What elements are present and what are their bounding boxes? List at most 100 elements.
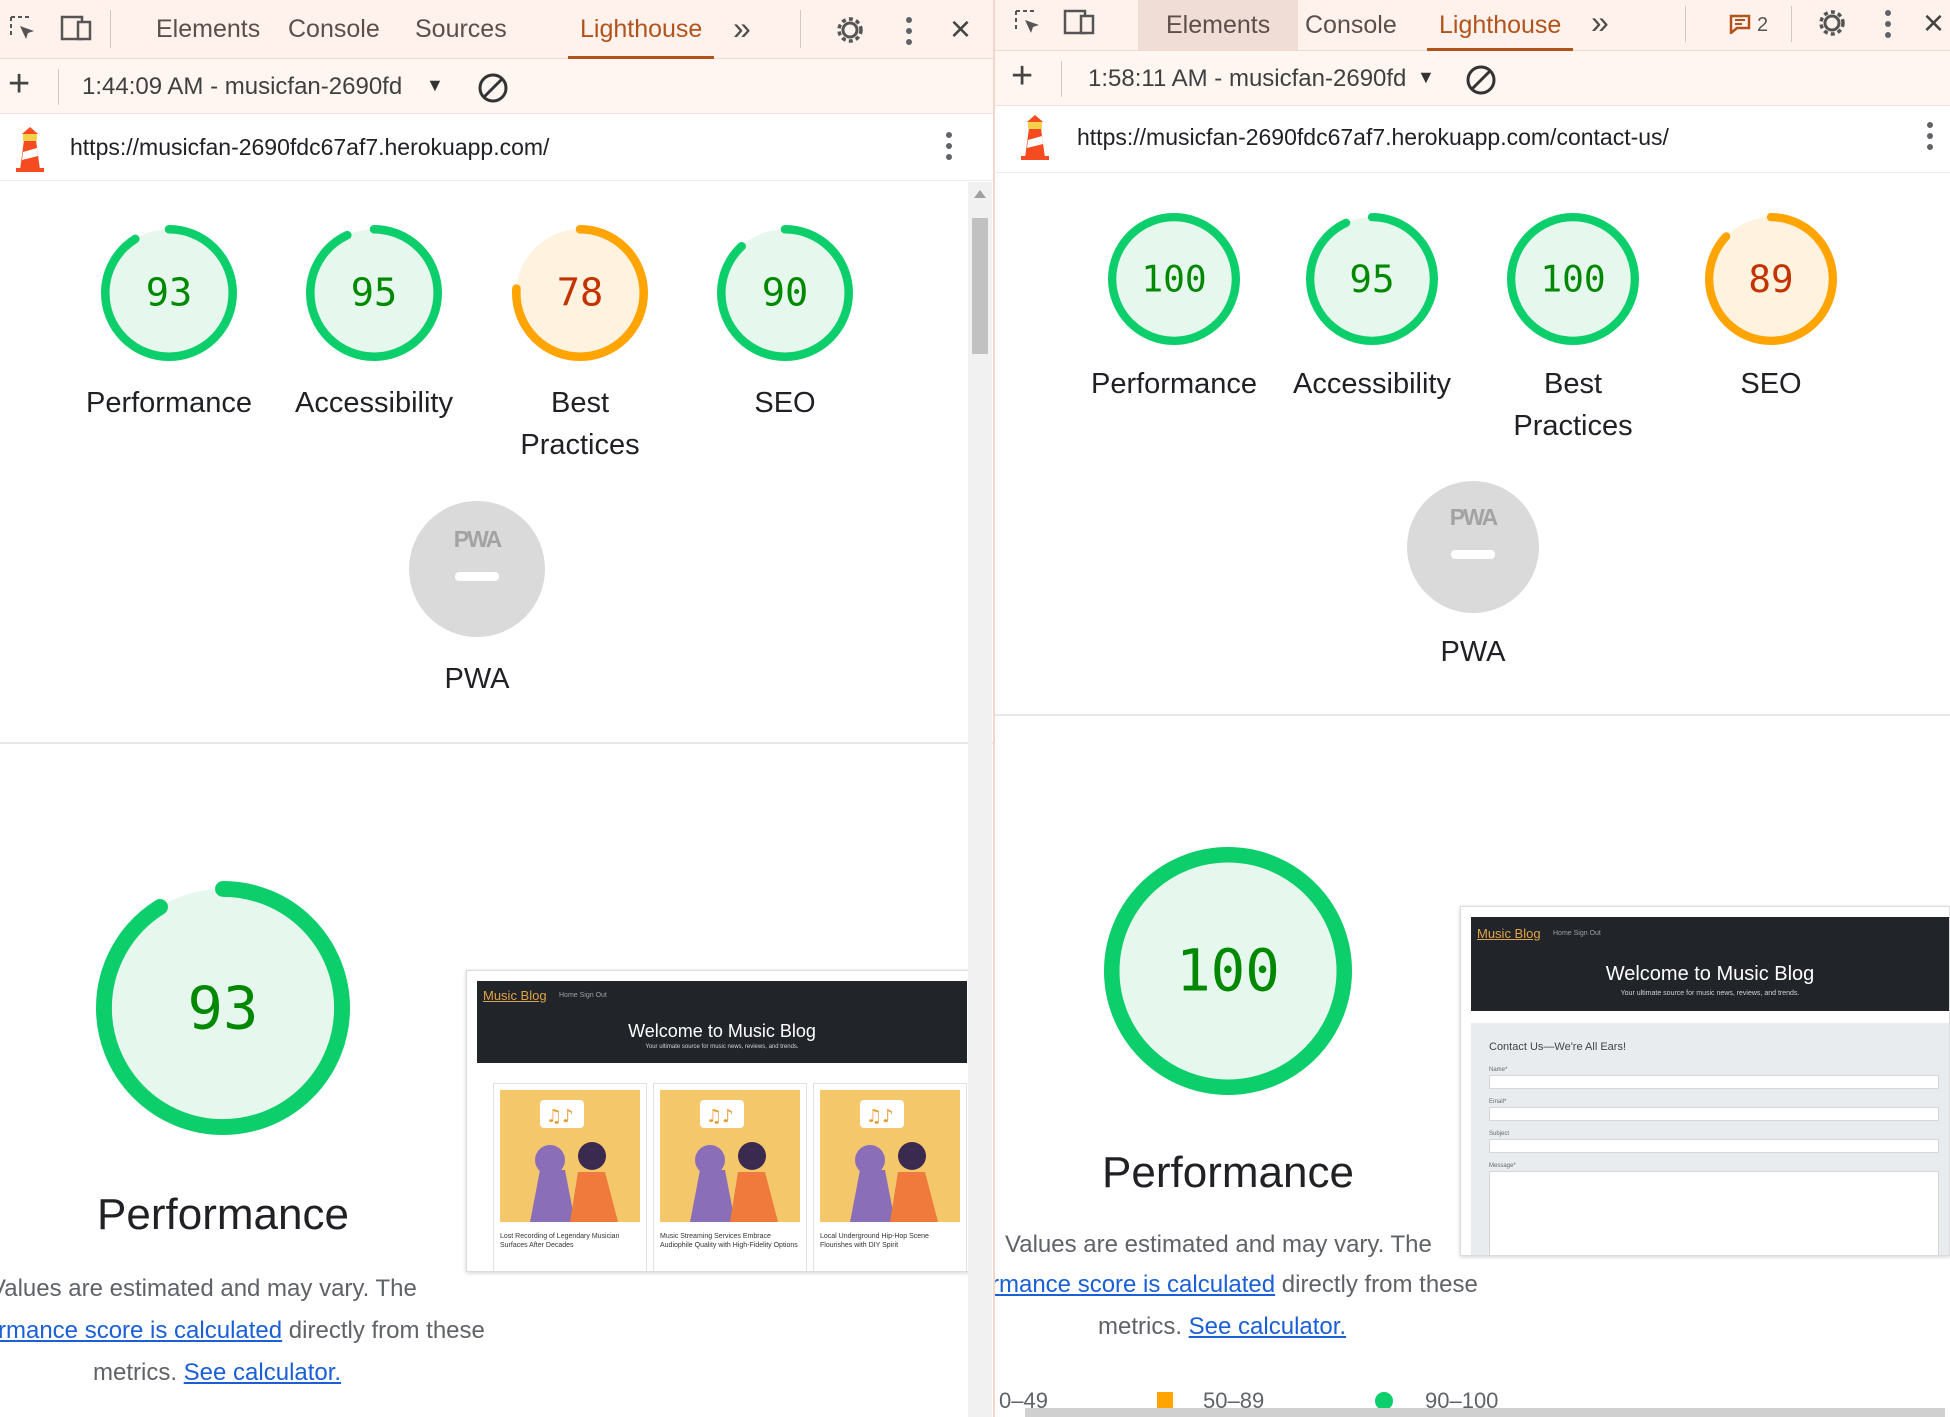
scroll-up-arrow-icon[interactable] bbox=[974, 190, 986, 198]
pwa-badge-text: PWA bbox=[453, 526, 502, 552]
gauge-performance[interactable]: 93 bbox=[100, 224, 238, 362]
clear-icon[interactable] bbox=[477, 72, 509, 104]
thumb-field-label: Email* bbox=[1489, 1099, 1507, 1105]
svg-text:♫♪: ♫♪ bbox=[706, 1106, 734, 1127]
gauge-seo[interactable]: 89 bbox=[1704, 212, 1838, 346]
tab-console[interactable]: Console bbox=[288, 0, 380, 58]
pwa-badge[interactable]: PWA bbox=[1406, 480, 1540, 614]
tab-elements[interactable]: Elements bbox=[1138, 0, 1299, 50]
post-illustration: ♫♪ bbox=[660, 1090, 800, 1222]
gauge-seo[interactable]: 90 bbox=[716, 224, 854, 362]
device-toolbar-icon[interactable] bbox=[60, 14, 94, 44]
perf-description-line2: rmance score is calculated directly from… bbox=[995, 1264, 1478, 1306]
plus-icon[interactable]: + bbox=[8, 63, 30, 106]
perf-description-line2: rmance score is calculated directly from… bbox=[0, 1317, 485, 1344]
performance-main-gauge: 100 bbox=[1103, 846, 1353, 1096]
section-divider bbox=[0, 742, 993, 744]
report-selector[interactable]: 1:58:11 AM - musicfan-2690fd bbox=[1088, 65, 1418, 93]
svg-text:♫♪: ♫♪ bbox=[546, 1106, 574, 1127]
thumb-form-title: Contact Us—We're All Ears! bbox=[1489, 1041, 1626, 1053]
thumb-navbar: Music Blog Home Sign Out bbox=[1471, 917, 1949, 951]
pwa-badge-text: PWA bbox=[1449, 504, 1498, 530]
devtools-right-pane: Elements Console Lighthouse » 2 × + 1:58… bbox=[995, 0, 1950, 1417]
thumb-field-label: Message* bbox=[1489, 1163, 1516, 1169]
plus-icon[interactable]: + bbox=[1011, 55, 1033, 98]
thumb-post-card: ♫♪ Local Underground Hip-Hop Scene Flour… bbox=[813, 1083, 967, 1271]
performance-main-gauge: 93 bbox=[95, 880, 351, 1136]
gauge-best-practices[interactable]: 100 bbox=[1506, 212, 1640, 346]
lighthouse-logo-icon bbox=[1021, 115, 1049, 160]
pwa-badge[interactable]: PWA bbox=[408, 500, 546, 638]
inspect-element-icon[interactable] bbox=[1013, 8, 1043, 38]
chevron-down-icon[interactable]: ▼ bbox=[426, 75, 444, 96]
svg-text:♫♪: ♫♪ bbox=[866, 1106, 894, 1127]
performance-section-title: Performance bbox=[1102, 1148, 1354, 1197]
report-toolbar: + 1:58:11 AM - musicfan-2690fd ▼ bbox=[995, 51, 1950, 106]
thumb-hero-title: Welcome to Music Blog bbox=[1605, 963, 1815, 985]
gauge-performance[interactable]: 100 bbox=[1107, 212, 1241, 346]
performance-section-title: Performance bbox=[97, 1190, 349, 1239]
gauge-accessibility[interactable]: 95 bbox=[305, 224, 443, 362]
post-title: Local Underground Hip-Hop Scene Flourish… bbox=[820, 1233, 929, 1249]
close-icon[interactable]: × bbox=[950, 8, 971, 50]
report-selector[interactable]: 1:44:09 AM - musicfan-2690fd bbox=[82, 73, 427, 101]
issues-icon[interactable] bbox=[1729, 14, 1751, 34]
thumb-hero-title: Welcome to Music Blog bbox=[628, 1021, 816, 1041]
tab-console[interactable]: Console bbox=[1305, 0, 1397, 50]
inspect-element-icon[interactable] bbox=[8, 14, 38, 44]
more-tabs-icon[interactable]: » bbox=[1591, 4, 1609, 41]
horizontal-scrollbar[interactable] bbox=[1025, 1408, 1945, 1417]
clear-icon[interactable] bbox=[1465, 64, 1497, 96]
see-calculator-link[interactable]: See calculator. bbox=[184, 1359, 341, 1386]
vertical-scrollbar[interactable] bbox=[968, 182, 992, 1417]
tab-lighthouse[interactable]: Lighthouse bbox=[1426, 0, 1574, 51]
settings-gear-icon[interactable] bbox=[1815, 6, 1849, 40]
toolbar-separator bbox=[58, 69, 59, 105]
score-calculation-link[interactable]: rmance score is calculated bbox=[995, 1271, 1275, 1298]
gauge-label-pwa: PWA bbox=[444, 663, 510, 695]
thumb-navbar: Music Blog Home Sign Out bbox=[477, 981, 967, 1011]
thumb-hero-subtitle: Your ultimate source for music news, rev… bbox=[1620, 990, 1800, 997]
gauge-score-value: 100 bbox=[1176, 938, 1280, 1005]
thumb-field-input bbox=[1489, 1107, 1939, 1121]
url-bar: https://musicfan-2690fdc67af7.herokuapp.… bbox=[995, 106, 1950, 173]
gauge-accessibility[interactable]: 95 bbox=[1305, 212, 1439, 346]
toolbar-separator bbox=[1791, 6, 1792, 42]
kebab-menu-icon[interactable] bbox=[906, 17, 912, 50]
kebab-menu-icon[interactable] bbox=[1885, 10, 1891, 43]
gauge-score-value: 90 bbox=[762, 271, 809, 316]
thumb-contact-form: Contact Us—We're All Ears! Name* Email* … bbox=[1471, 1023, 1949, 1255]
lighthouse-logo-icon bbox=[16, 127, 44, 172]
gauge-best-practices[interactable]: 78 bbox=[511, 224, 649, 362]
more-tabs-icon[interactable]: » bbox=[733, 10, 751, 47]
toolbar-separator bbox=[800, 10, 801, 48]
final-screenshot-thumbnail[interactable]: Music Blog Home Sign Out Welcome to Musi… bbox=[1460, 906, 1950, 1256]
thumb-post-card: ♫♪ Music Streaming Services Embrace Audi… bbox=[653, 1083, 807, 1271]
url-menu-kebab-icon[interactable] bbox=[1927, 122, 1933, 155]
chevron-down-icon[interactable]: ▼ bbox=[1417, 67, 1435, 88]
tab-lighthouse[interactable]: Lighthouse bbox=[567, 0, 715, 59]
settings-gear-icon[interactable] bbox=[833, 13, 867, 47]
audited-url: https://musicfan-2690fdc67af7.herokuapp.… bbox=[1077, 124, 1669, 150]
tab-sources[interactable]: Sources bbox=[415, 0, 507, 58]
scrollbar-thumb[interactable] bbox=[972, 218, 988, 354]
score-calculation-link[interactable]: rmance score is calculated bbox=[0, 1317, 282, 1344]
gauge-label-accessibility: Accessibility bbox=[295, 387, 453, 419]
see-calculator-link[interactable]: See calculator. bbox=[1189, 1313, 1346, 1340]
url-menu-kebab-icon[interactable] bbox=[946, 132, 952, 165]
issues-count[interactable]: 2 bbox=[1757, 0, 1768, 50]
thumb-nav-links: Home Sign Out bbox=[559, 992, 607, 999]
final-screenshot-thumbnail[interactable]: Music Blog Home Sign Out Welcome to Musi… bbox=[466, 970, 970, 1272]
audited-url: https://musicfan-2690fdc67af7.herokuapp.… bbox=[70, 134, 550, 160]
perf-description-line1: Values are estimated and may vary. The bbox=[1005, 1231, 1432, 1258]
tab-elements[interactable]: Elements bbox=[156, 0, 260, 58]
close-icon[interactable]: × bbox=[1923, 2, 1944, 44]
gauge-score-value: 78 bbox=[557, 271, 604, 316]
gauge-label-performance: Performance bbox=[1090, 368, 1257, 400]
device-toolbar-icon[interactable] bbox=[1063, 8, 1097, 38]
perf-description-line3: metrics. See calculator. bbox=[93, 1359, 342, 1386]
devtools-tab-bar: Elements Console Sources Lighthouse » × bbox=[0, 0, 993, 59]
thumb-field-label: Name* bbox=[1489, 1067, 1508, 1073]
thumb-nav-links: Home Sign Out bbox=[1553, 930, 1601, 937]
toolbar-separator bbox=[110, 10, 111, 48]
